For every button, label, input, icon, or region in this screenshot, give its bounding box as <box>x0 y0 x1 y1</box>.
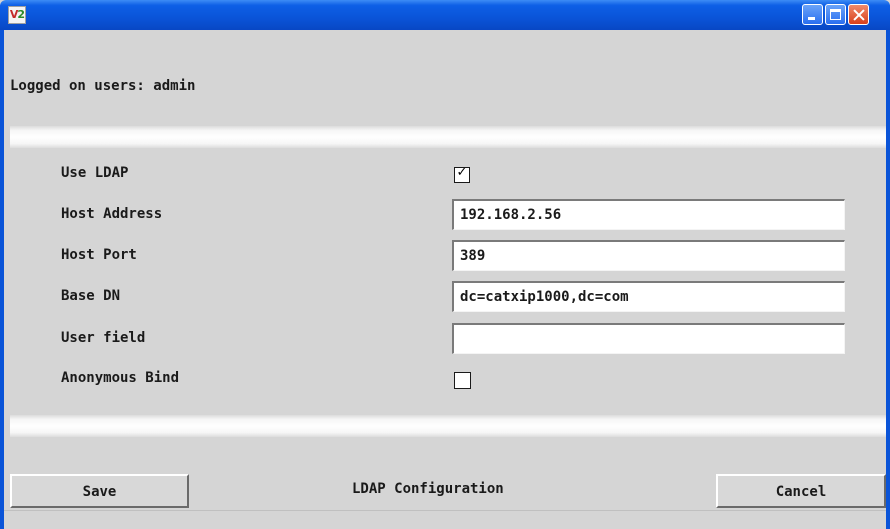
cancel-button[interactable]: Cancel <box>716 474 886 508</box>
host-port-label: Host Port <box>61 247 137 263</box>
page-title: LDAP Configuration <box>352 481 504 497</box>
app-icon[interactable]: V2 <box>8 6 26 24</box>
title-bar[interactable]: V2 <box>0 0 890 30</box>
base-dn-label: Base DN <box>61 288 121 304</box>
logged-on-users: Logged on users: admin <box>10 78 196 94</box>
app-icon-digit-2: 2 <box>17 8 25 21</box>
separator-band-bottom <box>10 415 886 437</box>
base-dn-input[interactable]: dc=catxip1000,dc=com <box>452 281 845 312</box>
minimize-icon[interactable] <box>802 4 823 25</box>
footer-divider <box>4 510 886 511</box>
maximize-icon[interactable] <box>825 4 846 25</box>
user-field-input[interactable] <box>452 323 845 354</box>
ldap-config-window: V2 Logged on users: admin Use LDAP ✓ Hos… <box>0 0 890 529</box>
checkmark-icon: ✓ <box>456 165 468 180</box>
window-frame-right <box>886 30 890 529</box>
use-ldap-label: Use LDAP <box>61 165 129 181</box>
host-address-input[interactable]: 192.168.2.56 <box>452 199 845 230</box>
anonymous-bind-label: Anonymous Bind <box>61 370 180 386</box>
use-ldap-checkbox[interactable]: ✓ <box>454 165 470 183</box>
anonymous-bind-checkbox[interactable] <box>454 372 471 389</box>
separator-band-top <box>10 126 886 148</box>
user-field-label: User field <box>61 330 146 346</box>
close-icon[interactable] <box>848 4 869 25</box>
host-address-label: Host Address <box>61 206 163 222</box>
host-port-input[interactable]: 389 <box>452 240 845 271</box>
window-frame-left <box>0 30 4 529</box>
cancel-button-label: Cancel <box>775 484 827 500</box>
save-button-label: Save <box>82 484 117 500</box>
save-button[interactable]: Save <box>10 474 189 508</box>
